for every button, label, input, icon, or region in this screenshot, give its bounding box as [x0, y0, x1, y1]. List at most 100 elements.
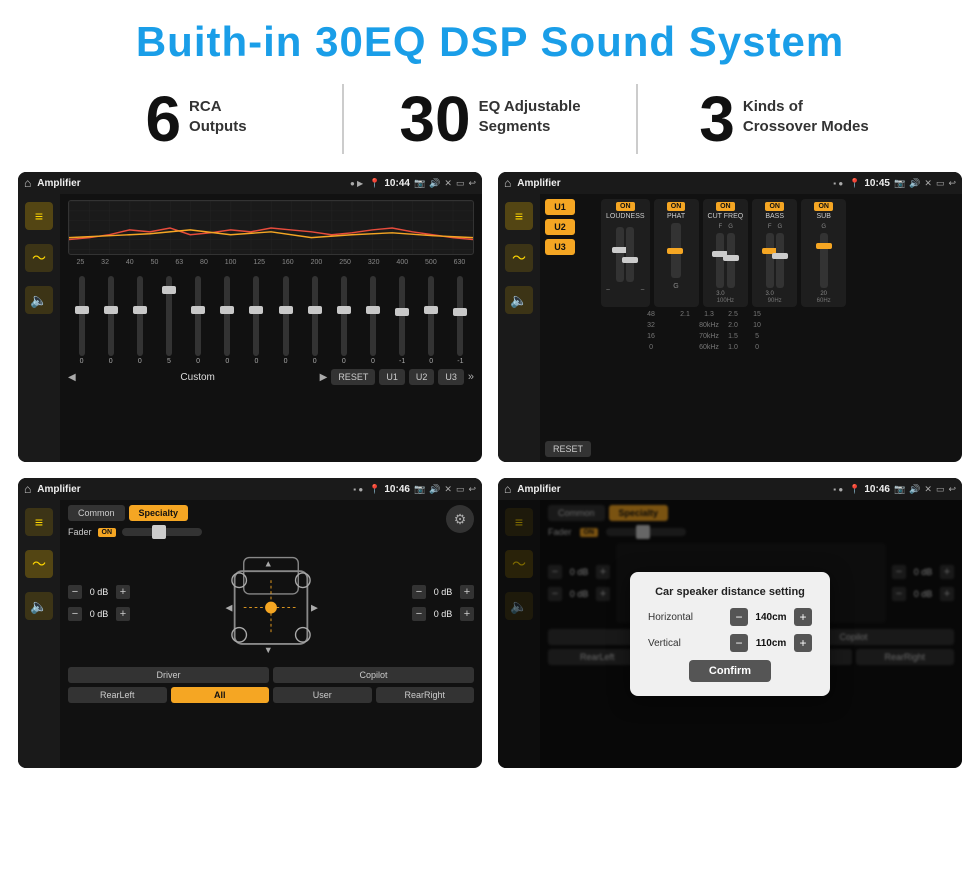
eq-slider-10[interactable]: 0 — [330, 276, 357, 365]
eq-modules-row: ON LOUDNESS — [601, 199, 957, 307]
screen2-main: U1 U2 U3 RESET ON LOUDNESS — [540, 194, 962, 462]
sub-slider-g[interactable] — [820, 233, 828, 288]
vol-fl-minus[interactable]: − — [68, 585, 82, 599]
loudness-slider-1[interactable] — [616, 227, 624, 282]
horizontal-minus[interactable]: − — [730, 608, 748, 626]
svg-text:▼: ▼ — [264, 645, 273, 655]
screen4-body: ≡ 〜 🔈 Common Specialty Fader ON −0 dB+ — [498, 500, 962, 768]
preset-u3[interactable]: U3 — [545, 239, 575, 255]
minimize-icon: ▭ — [456, 178, 465, 189]
screen4-title: Amplifier — [517, 484, 827, 495]
settings-icon[interactable]: ⚙ — [446, 505, 474, 533]
vertical-row: Vertical − 110cm + — [648, 634, 812, 652]
screen-adv-eq: ⌂ Amplifier ▪ ● 📍 10:45 📷 🔊 ✕ ▭ ↩ ≡ 〜 🔈 — [498, 172, 962, 462]
all-button[interactable]: All — [171, 687, 270, 703]
eq-slider-2[interactable]: 0 — [97, 276, 124, 365]
cutfreq-on[interactable]: ON — [716, 202, 735, 211]
eq-scale-row4: 0 60kHz 1.0 0 — [601, 344, 957, 351]
horizontal-row: Horizontal − 140cm + — [648, 608, 812, 626]
vol-rl-minus[interactable]: − — [68, 607, 82, 621]
eq-slider-1[interactable]: 0 — [68, 276, 95, 365]
fader-track[interactable] — [122, 528, 202, 536]
wave-icon-3[interactable]: 〜 — [25, 550, 53, 578]
tab-specialty[interactable]: Specialty — [129, 505, 189, 521]
phat-on[interactable]: ON — [667, 202, 686, 211]
back-icon: ↩ — [468, 178, 476, 189]
loudness-slider-2[interactable] — [626, 227, 634, 282]
reset-button[interactable]: RESET — [331, 369, 375, 385]
wave-icon-2[interactable]: 〜 — [505, 244, 533, 272]
wave-icon[interactable]: 〜 — [25, 244, 53, 272]
fader-thumb[interactable] — [152, 525, 166, 539]
rearleft-button[interactable]: RearLeft — [68, 687, 167, 703]
vol-rr-plus[interactable]: + — [460, 607, 474, 621]
u3-button[interactable]: U3 — [438, 369, 464, 385]
tab-common[interactable]: Common — [68, 505, 125, 521]
eq-slider-11[interactable]: 0 — [359, 276, 386, 365]
screen4-time: 10:46 — [864, 484, 890, 495]
eq-slider-3[interactable]: 0 — [126, 276, 153, 365]
vertical-plus[interactable]: + — [794, 634, 812, 652]
eq-icon-2[interactable]: ≡ — [505, 202, 533, 230]
vol-fl-plus[interactable]: + — [116, 585, 130, 599]
phat-slider[interactable] — [671, 223, 681, 278]
vertical-minus[interactable]: − — [730, 634, 748, 652]
screen1-body: ≡ 〜 🔈 — [18, 194, 482, 462]
driver-button[interactable]: Driver — [68, 667, 269, 683]
copilot-button[interactable]: Copilot — [273, 667, 474, 683]
eq-scale-row2: 32 80kHz 2.0 10 — [601, 322, 957, 329]
next-arrow[interactable]: ▶ — [320, 372, 328, 383]
stat-divider-1 — [342, 84, 344, 154]
bass-slider-g[interactable] — [776, 233, 784, 288]
screen3-tabs: Common Specialty — [68, 505, 202, 521]
speaker-icon-3[interactable]: 🔈 — [25, 592, 53, 620]
stats-row: 6 RCAOutputs 30 EQ AdjustableSegments 3 … — [0, 76, 980, 168]
eq-icon[interactable]: ≡ — [25, 202, 53, 230]
page-title: Buith-in 30EQ DSP Sound System — [20, 18, 960, 66]
sub-on[interactable]: ON — [814, 202, 833, 211]
vol-rl-plus[interactable]: + — [116, 607, 130, 621]
rearright-button[interactable]: RearRight — [376, 687, 475, 703]
eq-slider-4[interactable]: 5 — [155, 276, 182, 365]
speaker-icon-2[interactable]: 🔈 — [505, 286, 533, 314]
stat-divider-2 — [636, 84, 638, 154]
fader-label: Fader — [68, 527, 92, 537]
eq-slider-12[interactable]: -1 — [389, 276, 416, 365]
preset-u2[interactable]: U2 — [545, 219, 575, 235]
eq-slider-7[interactable]: 0 — [243, 276, 270, 365]
bass-slider-f[interactable] — [766, 233, 774, 288]
vol-rear-left: − 0 dB + — [68, 607, 130, 621]
left-controls: − 0 dB + − 0 dB + — [68, 585, 130, 621]
fader-on-badge[interactable]: ON — [98, 528, 117, 537]
vol-rr-minus[interactable]: − — [412, 607, 426, 621]
preset-u1[interactable]: U1 — [545, 199, 575, 215]
svg-text:▲: ▲ — [264, 559, 273, 569]
back-icon-3: ↩ — [468, 484, 476, 495]
eq-icon-3[interactable]: ≡ — [25, 508, 53, 536]
eq-slider-5[interactable]: 0 — [185, 276, 212, 365]
speaker-icon[interactable]: 🔈 — [25, 286, 53, 314]
screen3-time: 10:46 — [384, 484, 410, 495]
screen2-bar-icons: 📍 10:45 📷 🔊 ✕ ▭ ↩ — [849, 178, 956, 189]
prev-arrow[interactable]: ◀ — [68, 372, 76, 383]
vol-fr-minus[interactable]: − — [412, 585, 426, 599]
stat-eq-number: 30 — [399, 87, 470, 151]
vertical-label: Vertical — [648, 638, 681, 649]
u2-button[interactable]: U2 — [409, 369, 435, 385]
eq-slider-13[interactable]: 0 — [418, 276, 445, 365]
stat-rca-label: RCAOutputs — [189, 87, 247, 136]
eq-slider-6[interactable]: 0 — [214, 276, 241, 365]
loudness-on[interactable]: ON — [616, 202, 635, 211]
cutfreq-slider-g[interactable] — [727, 233, 735, 288]
eq-slider-14[interactable]: -1 — [447, 276, 474, 365]
u1-button[interactable]: U1 — [379, 369, 405, 385]
vol-fr-plus[interactable]: + — [460, 585, 474, 599]
user-button[interactable]: User — [273, 687, 372, 703]
confirm-button[interactable]: Confirm — [689, 660, 771, 682]
screen2-reset[interactable]: RESET — [545, 441, 591, 457]
bass-on[interactable]: ON — [765, 202, 784, 211]
eq-slider-9[interactable]: 0 — [301, 276, 328, 365]
minimize-icon-4: ▭ — [936, 484, 945, 495]
horizontal-plus[interactable]: + — [794, 608, 812, 626]
eq-slider-8[interactable]: 0 — [272, 276, 299, 365]
